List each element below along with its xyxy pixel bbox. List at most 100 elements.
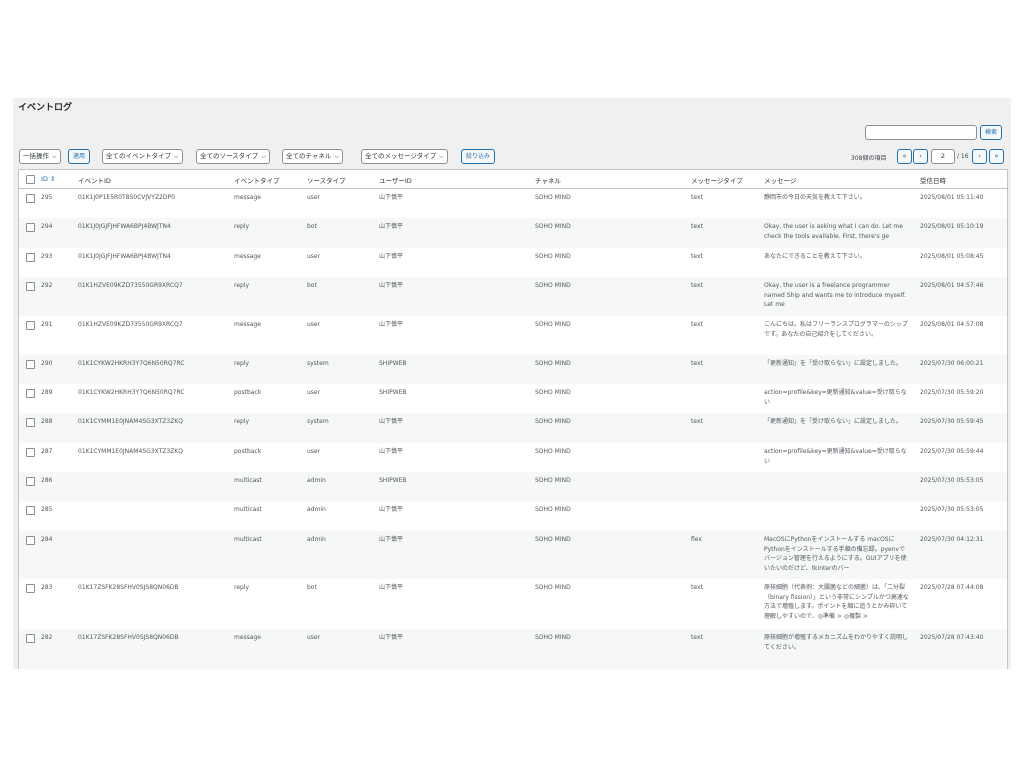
apply-button[interactable]: 適用	[68, 149, 91, 164]
cell-received-at: 2025/07/30 05:59:44	[920, 448, 984, 455]
cell-user-id: 山下慎平	[379, 282, 404, 289]
row-checkbox[interactable]	[26, 282, 35, 291]
search-input[interactable]	[865, 125, 977, 140]
event-log-panel: イベントログ 検索 一括操作 ⌵ 適用 全てのイベントタイプ ⌵ 全てのソースタイプ…	[13, 98, 1011, 669]
row-checkbox[interactable]	[26, 506, 35, 515]
cell-event-type: multicast	[234, 536, 262, 543]
cell-message-type: text	[691, 418, 703, 425]
cell-event-type: reply	[234, 282, 250, 289]
row-checkbox[interactable]	[26, 253, 35, 262]
cell-source-type: bot	[307, 282, 317, 289]
cell-event-type: message	[234, 253, 261, 260]
cell-message: こんにちは。私はフリーランスプログラマーのシップです。あなたの自己紹介をしてくだ…	[764, 321, 908, 338]
row-checkbox[interactable]	[26, 194, 35, 203]
cell-received-at: 2025/08/01 05:08:45	[920, 253, 984, 260]
cell-message: あなたにできることを教えて下さい。	[764, 253, 866, 260]
cell-channel: SOHO MIND	[535, 448, 571, 455]
cell-message-type: text	[691, 223, 703, 230]
column-header-message: メッセージ	[764, 177, 797, 185]
cell-id: 292	[41, 282, 53, 289]
cell-user-id: SHIPWEB	[379, 360, 407, 367]
cell-user-id: SHIPWEB	[379, 389, 407, 396]
row-checkbox[interactable]	[26, 389, 35, 398]
message-type-filter[interactable]: 全てのメッセージタイプ ⌵	[361, 149, 448, 164]
cell-received-at: 2025/07/30 04:12:31	[920, 536, 984, 543]
table-header: ID ⇕ イベントID イベントタイプ ソースタイプ ユーザーID チャネル メ…	[19, 170, 1007, 189]
prev-page-button[interactable]: ‹	[913, 149, 928, 164]
cell-id: 295	[41, 194, 53, 201]
cell-event-type: postback	[234, 448, 262, 455]
cell-id: 287	[41, 448, 53, 455]
cell-source-type: admin	[307, 506, 326, 513]
channel-filter-label: 全てのチャネル	[286, 152, 332, 160]
cell-source-type: user	[307, 253, 321, 260]
row-checkbox[interactable]	[26, 536, 35, 545]
cell-message: 静岡市の今日の天気を教えて下さい。	[764, 194, 866, 201]
table-row: 290 01K1CYKW2HKRH3Y7Q6N50RQ7RC reply system…	[19, 355, 1007, 384]
cell-channel: SOHO MIND	[535, 477, 571, 484]
chevron-down-icon: ⌵	[261, 153, 266, 160]
cell-channel: SOHO MIND	[535, 584, 571, 591]
column-header-id[interactable]: ID ⇕	[41, 175, 55, 183]
cell-user-id: 山下慎平	[379, 584, 404, 591]
cell-id: 285	[41, 506, 53, 513]
event-type-filter[interactable]: 全てのイベントタイプ ⌵	[102, 149, 183, 164]
cell-event-id: 01K1J0P1E5R0T8S0CVJVYZ2DP0	[78, 194, 175, 201]
cell-message-type: flex	[691, 536, 702, 543]
channel-filter[interactable]: 全てのチャネル ⌵	[282, 149, 343, 164]
last-page-button[interactable]: »	[989, 149, 1004, 164]
source-type-filter[interactable]: 全てのソースタイプ ⌵	[196, 149, 270, 164]
cell-id: 284	[41, 536, 53, 543]
row-checkbox[interactable]	[26, 321, 35, 330]
cell-message: 「更新通知」を「受け取らない」に設定しました。	[764, 418, 903, 425]
table-row: 288 01K1CYMM1E0JNAM4SG3XTZ3ZKQ reply system…	[19, 413, 1007, 443]
table-row: 295 01K1J0P1E5R0T8S0CVJVYZ2DP0 message user…	[19, 189, 1007, 218]
row-checkbox[interactable]	[26, 360, 35, 369]
chevron-down-icon: ⌵	[174, 153, 179, 160]
select-all-checkbox[interactable]	[26, 175, 35, 184]
next-page-button[interactable]: ›	[972, 149, 987, 164]
cell-event-type: reply	[234, 584, 250, 591]
cell-source-type: system	[307, 418, 329, 425]
chevron-down-icon: ⌵	[334, 153, 339, 160]
current-page-input[interactable]: 2	[931, 149, 955, 164]
cell-received-at: 2025/07/30 05:53:05	[920, 506, 984, 513]
cell-event-id: 01K1CYKW2HKRH3Y7Q6N50RQ7RC	[78, 389, 185, 396]
table-row: 286 multicast admin SHIPWEB SOHO MIND 2025/07…	[19, 472, 1007, 501]
bulk-action-select[interactable]: 一括操作 ⌵	[19, 149, 61, 164]
row-checkbox[interactable]	[26, 477, 35, 486]
chevron-down-icon: ⌵	[439, 153, 444, 160]
cell-event-type: reply	[234, 418, 250, 425]
search-button[interactable]: 検索	[980, 125, 1003, 140]
table-row: 285 multicast admin 山下慎平 SOHO MIND 2025/07/30…	[19, 501, 1007, 531]
row-checkbox[interactable]	[26, 223, 35, 232]
cell-message-type: text	[691, 321, 703, 328]
cell-event-type: postback	[234, 389, 262, 396]
cell-id: 289	[41, 389, 53, 396]
cell-source-type: admin	[307, 536, 326, 543]
table-row: 282 01K17ZSFK28SFHV0SJS8QN06DB message user…	[19, 629, 1007, 669]
table-row: 291 01K1HZVE09KZD73550GR9XRCQ7 message user…	[19, 316, 1007, 355]
cell-channel: SOHO MIND	[535, 506, 571, 513]
row-checkbox[interactable]	[26, 448, 35, 457]
filter-button[interactable]: 絞り込み	[461, 149, 496, 164]
cell-source-type: user	[307, 321, 321, 328]
cell-source-type: bot	[307, 223, 317, 230]
row-checkbox[interactable]	[26, 418, 35, 427]
cell-message: MacOSにPythonをインストールする macOSにPythonをインストー…	[764, 536, 907, 572]
table-row: 287 01K1CYMM1E0JNAM4SG3XTZ3ZKQ postback use…	[19, 443, 1007, 472]
cell-received-at: 2025/07/28 07:43:40	[920, 634, 984, 641]
cell-source-type: system	[307, 360, 329, 367]
cell-channel: SOHO MIND	[535, 418, 571, 425]
first-page-button[interactable]: «	[897, 149, 912, 164]
cell-source-type: admin	[307, 477, 326, 484]
table-row: 292 01K1HZVE09KZD73550GR9XRCQ7 reply bot 山下慎…	[19, 277, 1007, 316]
cell-received-at: 2025/07/30 05:59:20	[920, 389, 984, 396]
cell-source-type: user	[307, 448, 321, 455]
cell-event-id: 01K1HZVE09KZD73550GR9XRCQ7	[78, 321, 183, 328]
cell-id: 293	[41, 253, 53, 260]
row-checkbox[interactable]	[26, 584, 35, 593]
cell-source-type: bot	[307, 584, 317, 591]
cell-channel: SOHO MIND	[535, 194, 571, 201]
row-checkbox[interactable]	[26, 634, 35, 643]
